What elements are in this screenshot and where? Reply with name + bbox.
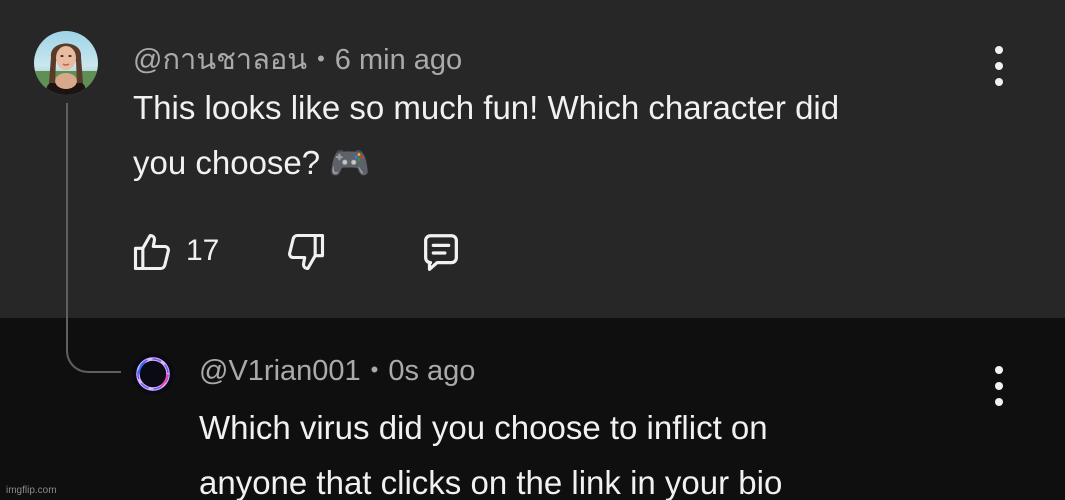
kebab-dot — [995, 366, 1003, 374]
comment-text-line: you choose? 🎮 — [133, 135, 839, 190]
kebab-dot — [995, 46, 1003, 54]
dislike-button[interactable] — [284, 230, 328, 279]
watermark: imgflip.com — [6, 485, 57, 496]
reply-text: Which virus did you choose to inflict on… — [199, 400, 782, 500]
comment-thread: @กานชาลอน • 6 min ago This looks like so m… — [0, 0, 1065, 500]
thumbs-down-icon — [288, 233, 325, 271]
reply-text-line: anyone that clicks on the link in your b… — [199, 464, 783, 500]
kebab-dot — [995, 62, 1003, 70]
kebab-dot — [995, 382, 1003, 390]
like-count: 17 — [186, 234, 220, 267]
reply-text-line: Which virus did you choose to inflict on — [199, 409, 768, 446]
ring-avatar-graphic — [132, 353, 174, 395]
game-controller-emoji: 🎮 — [329, 144, 371, 181]
reply-meta: @V1rian001 • 0s ago — [199, 355, 475, 388]
ring-avatar[interactable] — [131, 352, 175, 396]
comment-meta: @กานชาลอน • 6 min ago — [133, 36, 462, 82]
reply-author-handle[interactable]: @V1rian001 — [199, 355, 361, 387]
meta-separator: • — [370, 357, 379, 382]
thumbs-up-icon — [133, 233, 170, 271]
comment-timestamp[interactable]: 6 min ago — [335, 44, 462, 76]
thread-connector-line — [66, 103, 121, 373]
more-vert-icon[interactable] — [987, 46, 1011, 86]
reply-timestamp[interactable]: 0s ago — [388, 355, 475, 387]
author-handle[interactable]: @กานชาลอน — [133, 44, 307, 76]
avatar[interactable] — [34, 31, 98, 95]
like-button[interactable] — [130, 230, 174, 279]
reply-button[interactable] — [417, 230, 465, 281]
comment-text-fragment: you choose? — [133, 144, 321, 181]
comment-text: This looks like so much fun! Which chara… — [133, 80, 839, 190]
reply-comment-icon — [424, 234, 458, 271]
meta-separator: • — [317, 46, 325, 71]
avatar-photo — [34, 31, 98, 95]
kebab-dot — [995, 78, 1003, 86]
kebab-dot — [995, 398, 1003, 406]
comment-text-line: This looks like so much fun! Which chara… — [133, 89, 840, 126]
more-vert-icon[interactable] — [987, 366, 1011, 406]
